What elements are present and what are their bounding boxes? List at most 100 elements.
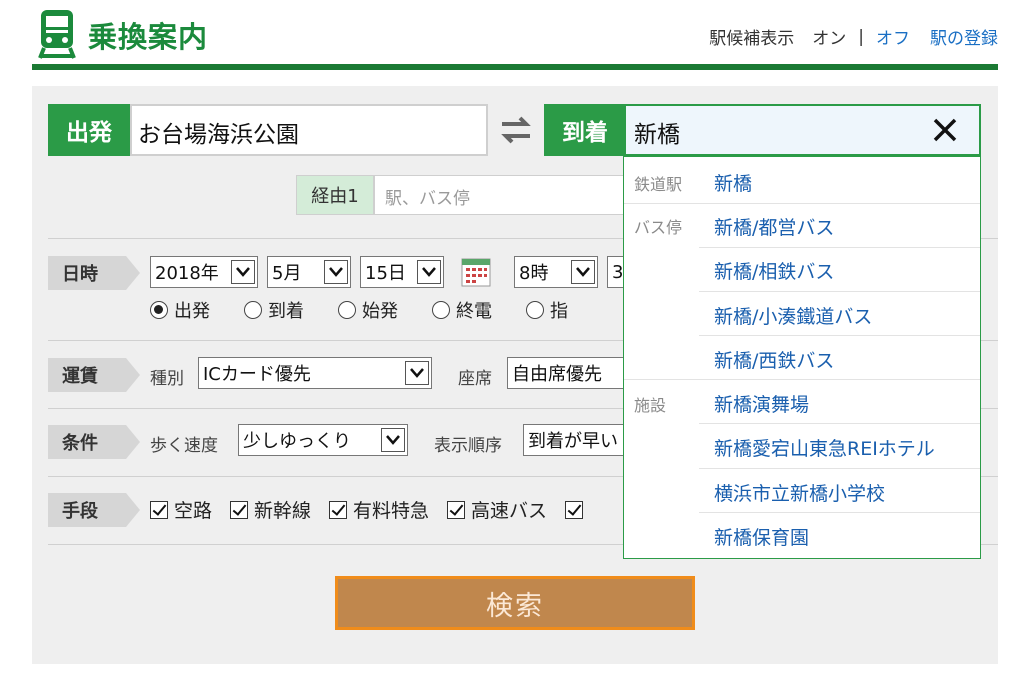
- calendar-icon[interactable]: [460, 256, 492, 288]
- radio-designated[interactable]: 指: [526, 297, 568, 323]
- radio-dot: [150, 301, 168, 319]
- app-title: 乗換案内: [88, 20, 209, 54]
- item-divider: [699, 468, 980, 469]
- radio-dot: [432, 301, 450, 319]
- chevron-down-icon: [571, 260, 595, 284]
- item-divider: [699, 291, 980, 292]
- chevron-down-icon: [231, 260, 255, 284]
- fare-type-value: ICカード優先: [203, 364, 311, 385]
- category-label: バス停: [634, 218, 683, 237]
- station-suggestion-list: 鉄道駅 新橋 バス停 新橋/都営バス 新橋/相鉄バス 新橋/小湊鐵道バス 新橋/…: [623, 156, 981, 559]
- fare-type-label: 種別: [150, 369, 184, 389]
- radio-last-train[interactable]: 終電: [432, 297, 492, 323]
- suggest-off-link[interactable]: オフ: [876, 24, 910, 49]
- arrival-label: 到着: [544, 104, 626, 156]
- chevron-down-icon: [405, 361, 429, 385]
- checkbox-label: 新幹線: [254, 500, 312, 522]
- item-divider: [699, 335, 980, 336]
- fare-tag: 運賃: [48, 358, 140, 392]
- register-station-link[interactable]: 駅の登録: [930, 24, 998, 49]
- item-divider: [699, 247, 980, 248]
- means-tag: 手段: [48, 493, 140, 527]
- suggestion-item[interactable]: 新橋/小湊鐵道バス: [714, 302, 872, 329]
- suggest-display-label: 駅候補表示: [709, 29, 795, 49]
- checkbox-more[interactable]: [565, 496, 589, 523]
- radio-arrival[interactable]: 到着: [244, 297, 304, 323]
- swap-icon[interactable]: [498, 112, 534, 148]
- category-label: 鉄道駅: [634, 175, 683, 194]
- suggestion-item[interactable]: 横浜市立新橋小学校: [714, 479, 885, 506]
- sort-order-select[interactable]: 到着が早い: [523, 424, 625, 456]
- year-select[interactable]: 2018年: [150, 256, 258, 288]
- checkbox-label: 有料特急: [353, 500, 430, 522]
- suggestion-item[interactable]: 新橋愛宕山東急REIホテル: [714, 434, 935, 461]
- departure-label: 出発: [48, 104, 130, 156]
- train-icon: [38, 10, 76, 59]
- walk-speed-select[interactable]: 少しゆっくり: [238, 424, 408, 456]
- radio-label: 終電: [456, 301, 492, 322]
- year-value: 2018年: [155, 263, 219, 284]
- suggestion-item[interactable]: 新橋/都営バス: [714, 213, 834, 240]
- checkbox-box: [565, 500, 584, 519]
- walk-speed-label: 歩く速度: [150, 436, 218, 456]
- radio-dot: [244, 301, 262, 319]
- category-divider: [624, 379, 980, 380]
- category-label: 施設: [634, 396, 667, 415]
- radio-first-train[interactable]: 始発: [338, 297, 398, 323]
- category-divider: [624, 203, 980, 204]
- chevron-down-icon: [324, 260, 348, 284]
- radio-label: 始発: [362, 301, 398, 322]
- checkbox-label: 高速バス: [471, 500, 548, 522]
- radio-label: 指: [550, 301, 568, 322]
- datetime-tag: 日時: [48, 256, 140, 290]
- minute-value: 3: [612, 261, 624, 283]
- hour-select[interactable]: 8時: [514, 256, 598, 288]
- suggestion-item[interactable]: 新橋/相鉄バス: [714, 257, 834, 284]
- month-select[interactable]: 5月: [267, 256, 351, 288]
- via-input[interactable]: 駅、バス停: [374, 175, 626, 215]
- walk-speed-value: 少しゆっくり: [243, 431, 351, 452]
- day-value: 15日: [365, 263, 406, 284]
- header: 乗換案内 駅候補表示 オン | オフ 駅の登録: [0, 0, 1024, 72]
- via-label: 経由1: [296, 175, 374, 215]
- nav-separator: |: [858, 26, 864, 47]
- suggestion-item[interactable]: 新橋: [714, 169, 752, 196]
- seat-label: 座席: [458, 369, 492, 389]
- day-select[interactable]: 15日: [360, 256, 444, 288]
- conditions-tag: 条件: [48, 425, 140, 459]
- search-button[interactable]: 検索: [335, 576, 695, 630]
- item-divider: [699, 512, 980, 513]
- seat-value: 自由席優先: [512, 364, 602, 385]
- radio-departure[interactable]: 出発: [150, 297, 210, 323]
- month-value: 5月: [272, 263, 302, 284]
- checkbox-box: [329, 500, 348, 519]
- close-icon[interactable]: [932, 117, 958, 143]
- radio-dot: [338, 301, 356, 319]
- radio-dot: [526, 301, 544, 319]
- time-mode-radios: 出発 到着 始発 終電 指: [150, 297, 602, 323]
- suggest-on-option[interactable]: オン: [812, 24, 846, 49]
- checkbox-box: [150, 500, 168, 519]
- item-divider: [699, 423, 980, 424]
- suggestion-item[interactable]: 新橋保育園: [714, 523, 809, 550]
- sort-order-label: 表示順序: [434, 436, 502, 456]
- radio-label: 出発: [174, 301, 210, 322]
- sort-order-value: 到着が早い: [528, 431, 618, 452]
- checkbox-air[interactable]: 空路: [150, 496, 212, 523]
- checkbox-shinkansen[interactable]: 新幹線: [230, 496, 311, 523]
- departure-input[interactable]: お台場海浜公園: [130, 104, 488, 156]
- seat-select[interactable]: 自由席優先: [507, 357, 625, 389]
- suggestion-item[interactable]: 新橋演舞場: [714, 390, 809, 417]
- header-divider: [32, 64, 998, 70]
- chevron-down-icon: [381, 428, 405, 452]
- hour-value: 8時: [519, 263, 549, 284]
- radio-label: 到着: [268, 301, 304, 322]
- arrival-input[interactable]: 新橋: [624, 104, 981, 156]
- fare-type-select[interactable]: ICカード優先: [198, 357, 432, 389]
- checkbox-box: [447, 500, 466, 519]
- checkbox-limited-express[interactable]: 有料特急: [329, 496, 429, 523]
- suggestion-item[interactable]: 新橋/西鉄バス: [714, 346, 834, 373]
- checkbox-label: 空路: [174, 500, 213, 522]
- header-nav: 駅候補表示 オン | オフ 駅の登録: [709, 24, 998, 50]
- checkbox-highway-bus[interactable]: 高速バス: [447, 496, 547, 523]
